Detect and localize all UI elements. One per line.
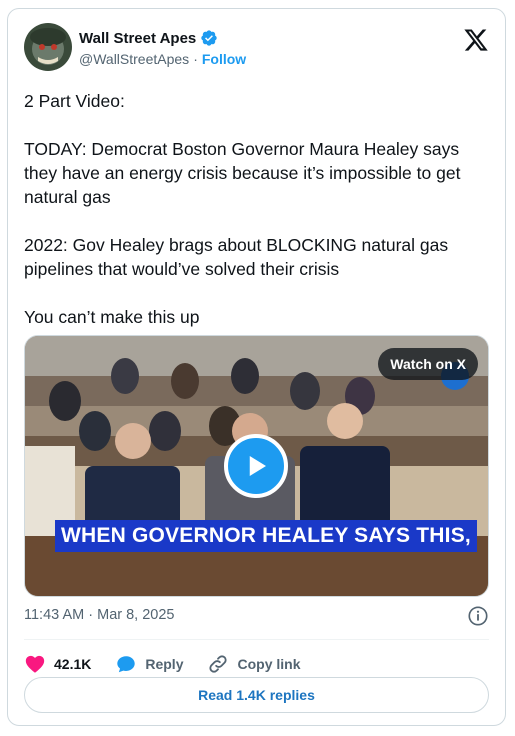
action-bar: 42.1K Reply Copy link bbox=[24, 647, 325, 681]
verified-badge-icon bbox=[201, 30, 217, 46]
author-handle-row: @WallStreetApes · Follow bbox=[79, 51, 246, 67]
tweet-date: Mar 8, 2025 bbox=[97, 607, 175, 623]
x-logo-icon[interactable] bbox=[463, 27, 489, 53]
tweet-header: Wall Street Apes @WallStreetApes · Follo… bbox=[24, 23, 489, 75]
video-player[interactable]: Watch on X WHEN GOVERNOR HEALEY SAYS THI… bbox=[24, 335, 489, 597]
heart-icon bbox=[25, 655, 45, 673]
reply-bubble-icon bbox=[117, 656, 136, 673]
info-icon[interactable] bbox=[467, 605, 489, 627]
copy-link-button[interactable]: Copy link bbox=[207, 653, 301, 675]
like-button[interactable]: 42.1K bbox=[24, 653, 91, 675]
like-count: 42.1K bbox=[54, 656, 92, 672]
timestamp-row[interactable]: 11:43 AM · Mar 8, 2025 bbox=[24, 607, 175, 623]
tweet-time: 11:43 AM bbox=[24, 607, 85, 623]
author-handle[interactable]: @WallStreetApes bbox=[79, 51, 189, 67]
copy-link-label: Copy link bbox=[237, 656, 301, 672]
tweet-text: 2 Part Video: TODAY: Democrat Boston Gov… bbox=[24, 89, 484, 353]
divider bbox=[24, 639, 489, 640]
separator: · bbox=[88, 607, 94, 623]
follow-button[interactable]: Follow bbox=[202, 51, 246, 67]
author-name[interactable]: Wall Street Apes bbox=[79, 30, 196, 47]
reply-label: Reply bbox=[145, 656, 184, 672]
author-name-row: Wall Street Apes bbox=[79, 29, 218, 47]
watch-on-x-button[interactable]: Watch on X bbox=[378, 348, 478, 380]
reply-button[interactable]: Reply bbox=[115, 653, 183, 675]
link-icon bbox=[209, 655, 228, 673]
video-caption: WHEN GOVERNOR HEALEY SAYS THIS, bbox=[55, 520, 477, 552]
tweet-paragraph: 2 Part Video: bbox=[24, 91, 125, 111]
play-icon bbox=[249, 456, 266, 476]
tweet-paragraph: You can’t make this up bbox=[24, 307, 200, 327]
avatar[interactable] bbox=[24, 23, 72, 71]
tweet-paragraph: 2022: Gov Healey brags about BLOCKING na… bbox=[24, 235, 449, 279]
tweet-card: Wall Street Apes @WallStreetApes · Follo… bbox=[7, 8, 506, 726]
read-replies-button[interactable]: Read 1.4K replies bbox=[24, 677, 489, 713]
play-button[interactable] bbox=[224, 434, 288, 498]
separator: · bbox=[193, 51, 198, 67]
tweet-paragraph: TODAY: Democrat Boston Governor Maura He… bbox=[24, 139, 461, 207]
